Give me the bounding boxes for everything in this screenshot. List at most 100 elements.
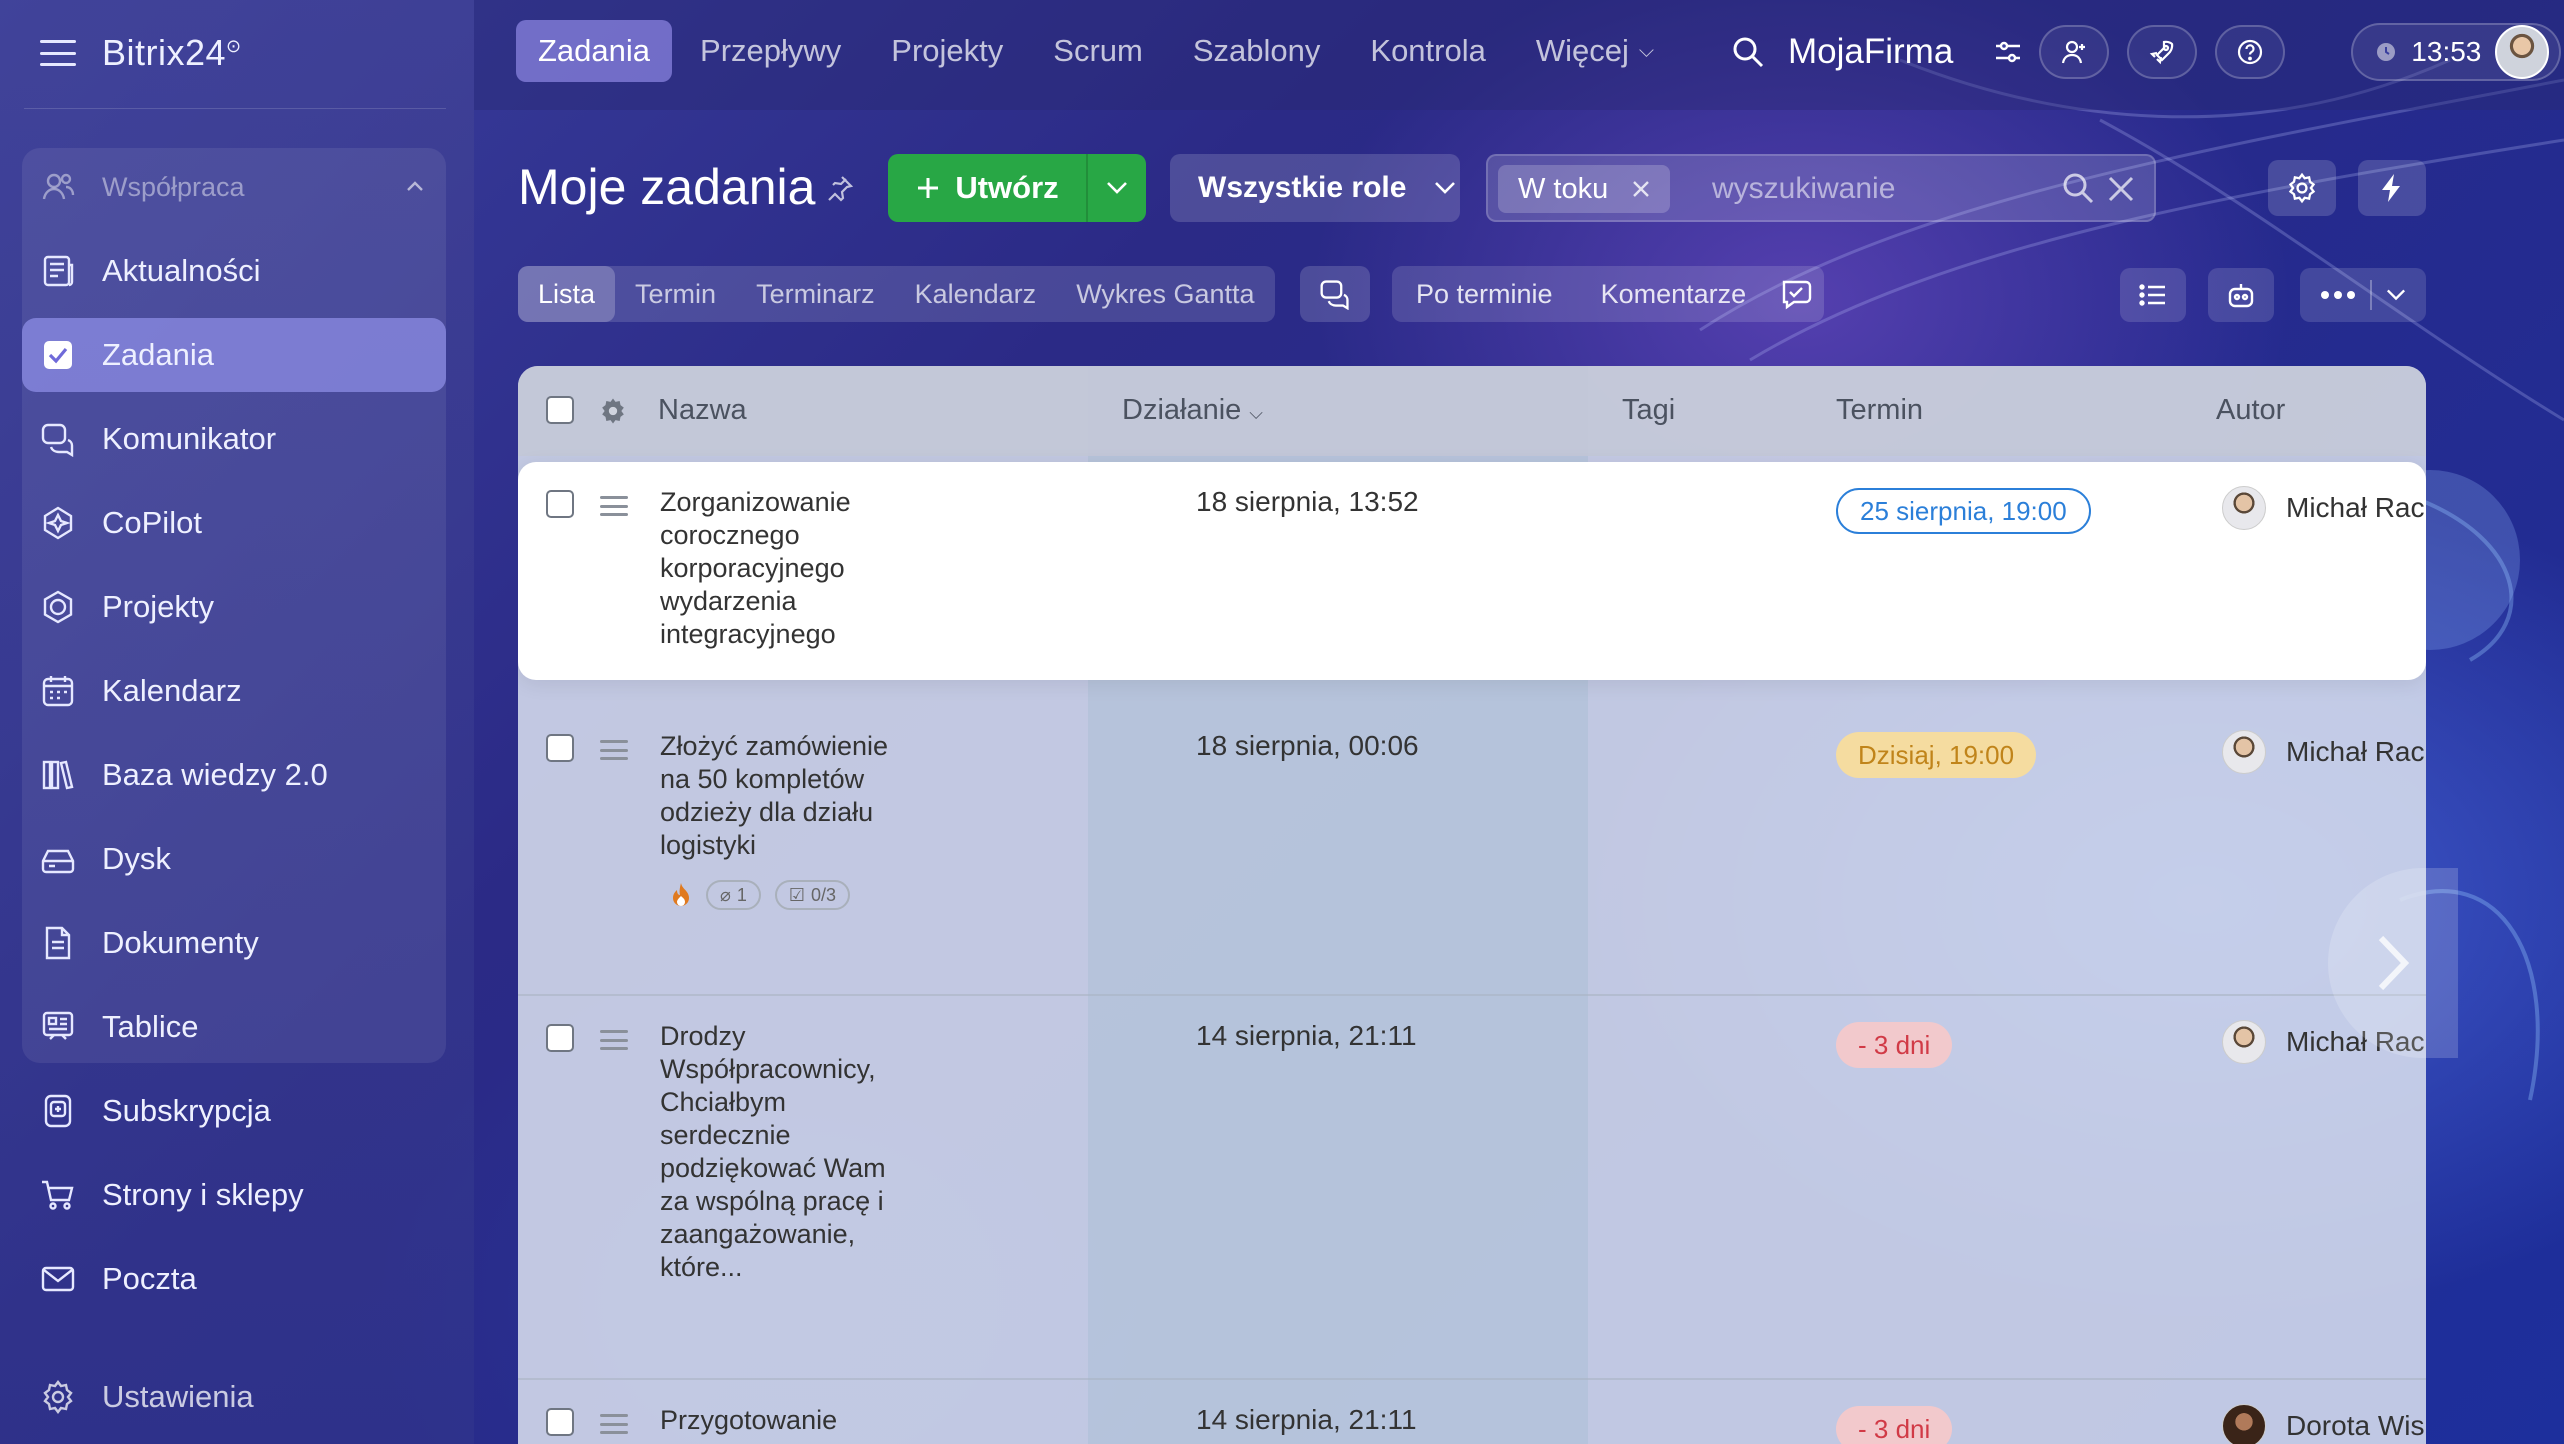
chevron-up-icon bbox=[407, 181, 423, 191]
view-tab-list[interactable]: Lista bbox=[518, 266, 616, 322]
gear-icon[interactable] bbox=[598, 396, 628, 426]
attachments-badge[interactable]: ⌀ 1 bbox=[706, 880, 761, 910]
sidebar-item-label: Aktualności bbox=[102, 253, 261, 288]
sidebar-item-drive[interactable]: Dysk bbox=[22, 822, 446, 896]
hexagon-icon bbox=[40, 589, 76, 625]
table-row[interactable]: Zorganizowanie corocznego korporacyjnego… bbox=[518, 462, 2426, 680]
sidebar-item-subscription[interactable]: Subskrypcja bbox=[22, 1074, 446, 1148]
tab-tasks[interactable]: Zadania bbox=[516, 20, 673, 82]
comments-filter[interactable]: Komentarze bbox=[1577, 279, 1771, 310]
chat-button[interactable] bbox=[1300, 266, 1370, 322]
filter-search-box[interactable]: W toku bbox=[1486, 154, 2156, 222]
task-author[interactable]: Michał Rac bbox=[2222, 730, 2424, 774]
column-header-name[interactable]: Nazwa bbox=[658, 394, 747, 427]
divider bbox=[24, 108, 446, 109]
tab-projects[interactable]: Projekty bbox=[869, 20, 1025, 82]
subscription-icon bbox=[40, 1093, 76, 1129]
deadline-badge[interactable]: 25 sierpnia, 19:00 bbox=[1836, 488, 2091, 534]
drag-handle-icon[interactable] bbox=[600, 1030, 628, 1050]
view-tab-calendar[interactable]: Kalendarz bbox=[895, 266, 1057, 322]
task-author[interactable]: Dorota Wis bbox=[2222, 1404, 2424, 1444]
drag-handle-icon[interactable] bbox=[600, 496, 628, 516]
sidebar-item-mail[interactable]: Poczta bbox=[22, 1242, 446, 1316]
column-header-deadline[interactable]: Termin bbox=[1836, 394, 1923, 427]
company-name[interactable]: MojaFirma bbox=[1788, 32, 1953, 72]
view-tab-planner[interactable]: Terminarz bbox=[736, 266, 895, 322]
drag-handle-icon[interactable] bbox=[600, 1414, 628, 1434]
robot-button[interactable] bbox=[2208, 268, 2274, 322]
sidebar-item-settings[interactable]: Ustawienia bbox=[22, 1360, 446, 1434]
sidebar-item-copilot[interactable]: CoPilot bbox=[22, 486, 446, 560]
row-checkbox[interactable] bbox=[546, 1024, 574, 1052]
view-tab-gantt[interactable]: Wykres Gantta bbox=[1056, 266, 1274, 322]
deadline-badge[interactable]: - 3 dni bbox=[1836, 1022, 1953, 1068]
clear-search-icon[interactable] bbox=[2106, 174, 2136, 204]
create-main-button[interactable]: Utwórz bbox=[888, 154, 1088, 222]
clock-widget[interactable]: 13:53 bbox=[2351, 23, 2562, 81]
search-input[interactable] bbox=[1712, 166, 2042, 212]
task-title[interactable]: Złożyć zamówienie na 50 kompletów odzież… bbox=[660, 730, 910, 862]
settings-button[interactable] bbox=[2268, 160, 2336, 216]
table-row[interactable]: Drodzy Współpracownicy, Chciałbym serdec… bbox=[518, 996, 2426, 1380]
rocket-button[interactable] bbox=[2127, 25, 2198, 79]
sidebar-item-messenger[interactable]: Komunikator bbox=[22, 402, 446, 476]
task-title[interactable]: Zorganizowanie corocznego korporacyjnego… bbox=[660, 486, 910, 651]
search-icon[interactable] bbox=[2060, 170, 2096, 206]
chevron-down-icon bbox=[1107, 182, 1127, 194]
sidebar-item-tasks[interactable]: Zadania bbox=[22, 318, 446, 392]
deadline-badge[interactable]: Dzisiaj, 19:00 bbox=[1836, 732, 2037, 778]
menu-burger-icon[interactable] bbox=[40, 40, 76, 66]
row-checkbox[interactable] bbox=[546, 1408, 574, 1436]
more-options-button[interactable] bbox=[2300, 268, 2426, 322]
task-title[interactable]: Przygotowanie bbox=[660, 1404, 910, 1437]
roles-dropdown[interactable]: Wszystkie role bbox=[1170, 154, 1460, 222]
sidebar-item-projects[interactable]: Projekty bbox=[22, 570, 446, 644]
sort-by-deadline[interactable]: Po terminie bbox=[1392, 279, 1577, 310]
document-icon bbox=[40, 925, 76, 961]
automation-button[interactable] bbox=[2358, 160, 2426, 216]
create-button[interactable]: Utwórz bbox=[888, 154, 1146, 222]
column-header-author[interactable]: Autor bbox=[2216, 394, 2285, 427]
search-icon[interactable] bbox=[1730, 34, 1766, 70]
help-button[interactable] bbox=[2215, 25, 2286, 79]
tab-control[interactable]: Kontrola bbox=[1348, 20, 1507, 82]
sidebar-group-collaboration[interactable]: Współpraca bbox=[22, 150, 446, 224]
rocket-icon bbox=[2150, 40, 2174, 65]
checklist-badge[interactable]: ☑ 0/3 bbox=[774, 880, 851, 910]
remove-filter-icon[interactable] bbox=[1632, 180, 1650, 198]
sidebar-item-calendar[interactable]: Kalendarz bbox=[22, 654, 446, 728]
sidebar-item-documents[interactable]: Dokumenty bbox=[22, 906, 446, 980]
table-row[interactable]: Złożyć zamówienie na 50 kompletów odzież… bbox=[518, 706, 2426, 996]
view-tab-deadline[interactable]: Termin bbox=[615, 266, 736, 322]
sidebar-item-sites-stores[interactable]: Strony i sklepy bbox=[22, 1158, 446, 1232]
sidebar-item-label: Zadania bbox=[102, 337, 215, 372]
sidebar-item-news[interactable]: Aktualności bbox=[22, 234, 446, 308]
filter-chip-in-progress[interactable]: W toku bbox=[1498, 165, 1671, 213]
column-header-activity[interactable]: Działanie ⌵ bbox=[1122, 394, 1263, 427]
table-row[interactable]: Przygotowanie 14 sierpnia, 21:11 - 3 dni… bbox=[518, 1380, 2426, 1444]
column-header-tags[interactable]: Tagi bbox=[1622, 394, 1675, 427]
invite-user-button[interactable] bbox=[2039, 25, 2110, 79]
list-view-button[interactable] bbox=[2120, 268, 2186, 322]
row-checkbox[interactable] bbox=[546, 490, 574, 518]
sidebar-item-knowledge-base[interactable]: Baza wiedzy 2.0 bbox=[22, 738, 446, 812]
drag-handle-icon[interactable] bbox=[600, 740, 628, 760]
user-avatar[interactable] bbox=[2495, 25, 2550, 79]
tab-templates[interactable]: Szablony bbox=[1171, 20, 1343, 82]
deadline-badge[interactable]: - 3 dni bbox=[1836, 1406, 1953, 1444]
sidebar-item-label: Komunikator bbox=[102, 421, 277, 456]
tab-scrum[interactable]: Scrum bbox=[1031, 20, 1165, 82]
pin-icon[interactable] bbox=[824, 174, 854, 204]
row-checkbox[interactable] bbox=[546, 734, 574, 762]
sidebar-item-label: Dysk bbox=[102, 841, 171, 876]
brand-logo[interactable]: Bitrix24⊙ bbox=[102, 32, 242, 74]
sidebar-item-boards[interactable]: Tablice bbox=[22, 990, 446, 1064]
tab-flows[interactable]: Przepływy bbox=[678, 20, 863, 82]
tab-more[interactable]: Więcej ⌵ bbox=[1514, 20, 1676, 82]
create-dropdown-button[interactable] bbox=[1088, 181, 1146, 195]
task-author[interactable]: Michał Rac bbox=[2222, 486, 2424, 530]
sliders-icon[interactable] bbox=[1993, 37, 2023, 67]
select-all-checkbox[interactable] bbox=[546, 396, 574, 424]
task-title[interactable]: Drodzy Współpracownicy, Chciałbym serdec… bbox=[660, 1020, 900, 1284]
comments-check-icon[interactable] bbox=[1770, 278, 1824, 310]
